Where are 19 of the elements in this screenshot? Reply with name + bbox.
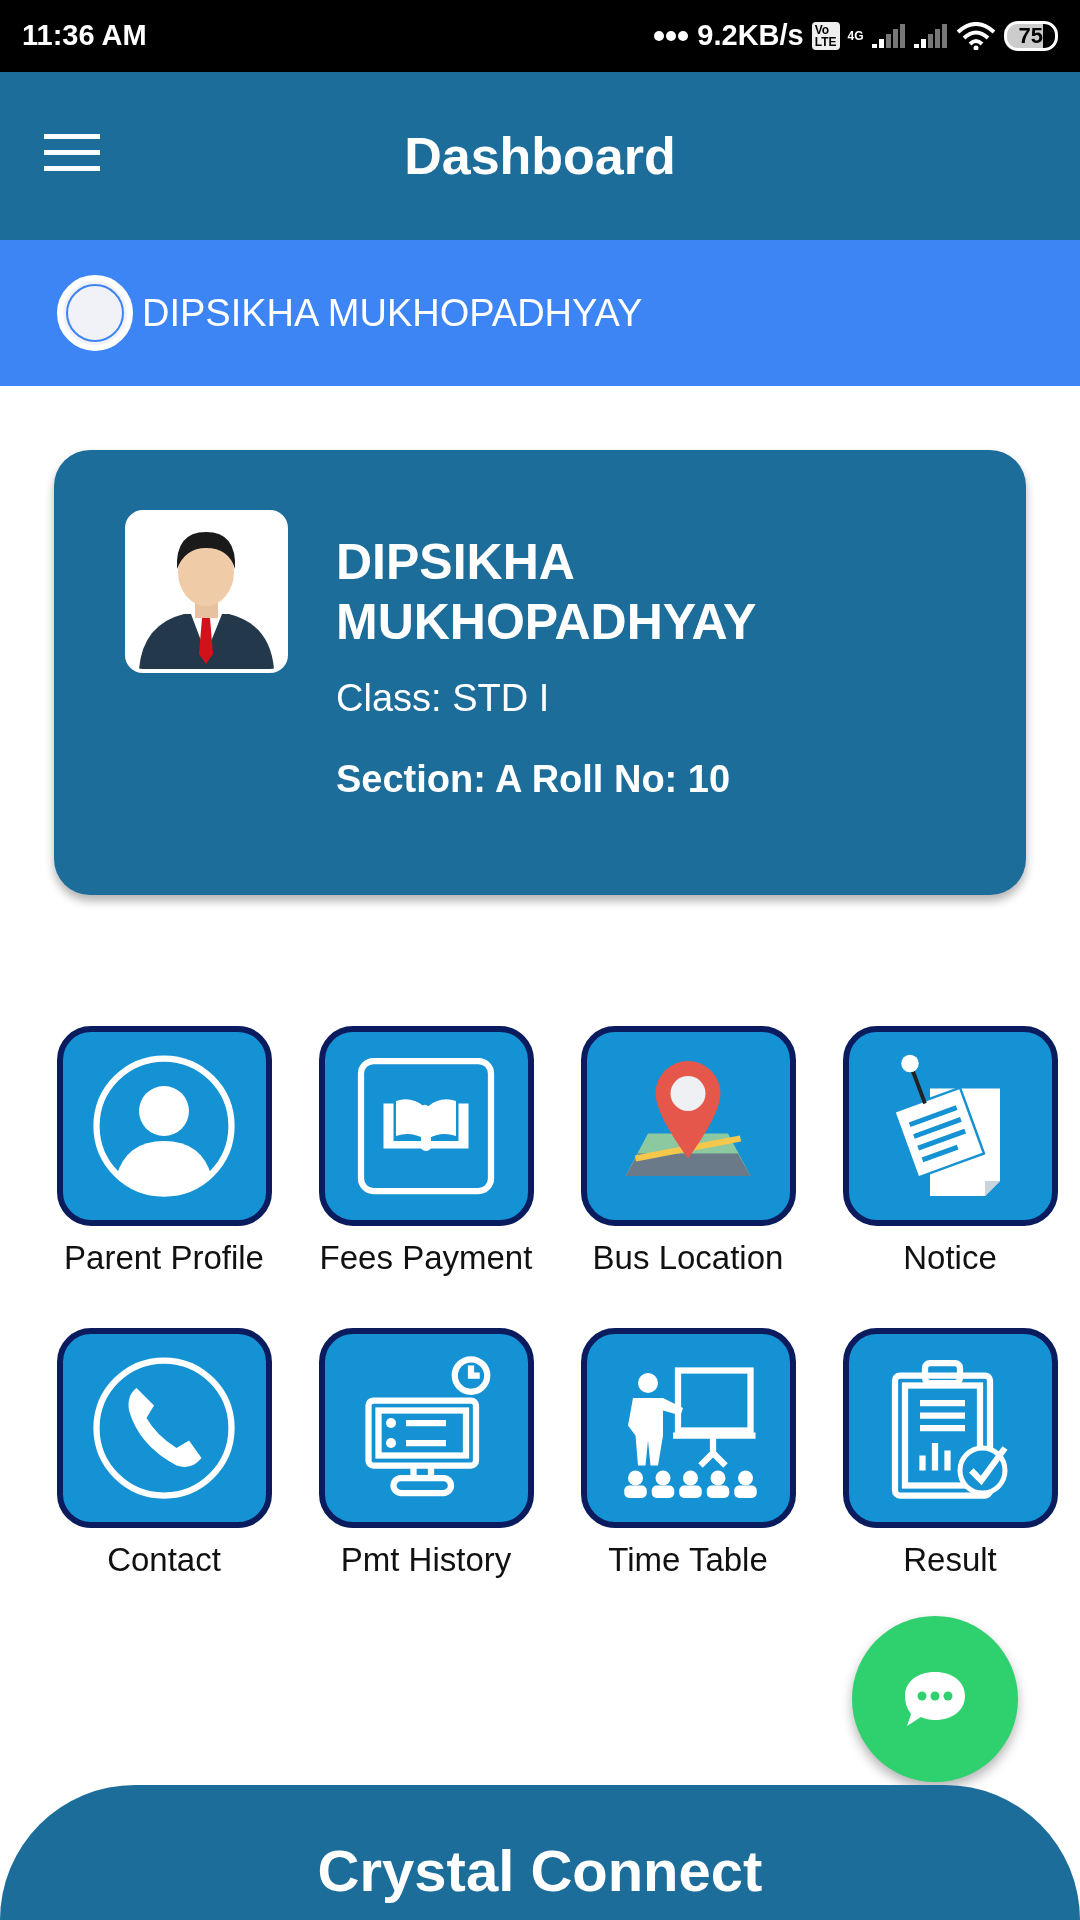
user-name: DIPSIKHA MUKHOPADHYAY <box>142 290 643 336</box>
menu-button[interactable] <box>44 132 100 172</box>
network-speed: 9.2KB/s <box>697 18 804 54</box>
menu-icon <box>44 132 100 172</box>
signal-icon <box>871 24 906 48</box>
footer-title: Crystal Connect <box>317 1838 763 1903</box>
section-roll-text: Section: A Roll No: 10 <box>336 757 732 802</box>
dots-icon <box>653 30 690 42</box>
signal-icon <box>913 24 948 48</box>
network-type: 4G <box>847 30 864 42</box>
class-text: Class: STD I <box>336 676 551 721</box>
volte-badge: Vo LTE <box>811 22 840 50</box>
battery-indicator: 75 <box>1003 20 1058 52</box>
wifi-icon <box>955 22 996 50</box>
status-time: 11:36 AM <box>22 18 147 54</box>
student-name: DIPSIKHA MUKHOPADHYAY <box>336 533 758 652</box>
avatar-icon <box>56 274 134 352</box>
chat-icon <box>903 1670 967 1728</box>
page-title: Dashboard <box>404 126 676 187</box>
